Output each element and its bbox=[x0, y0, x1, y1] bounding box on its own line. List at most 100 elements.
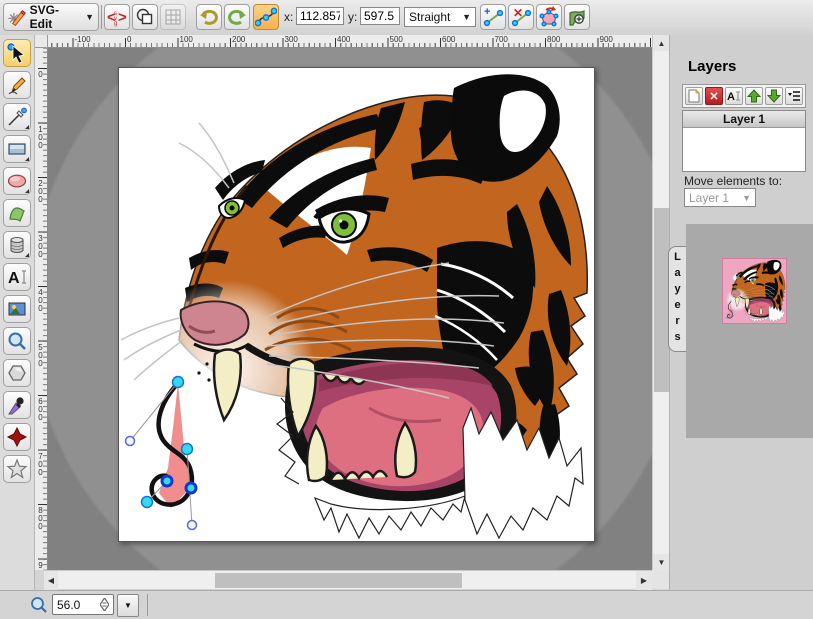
ruler-corner bbox=[35, 35, 48, 48]
tool-rect[interactable] bbox=[3, 135, 31, 163]
left-toolbar: A bbox=[0, 35, 35, 590]
move-elements-select[interactable]: Layer 1 ▼ bbox=[684, 188, 756, 207]
tool-image[interactable] bbox=[3, 295, 31, 323]
vertical-scroll-thumb[interactable] bbox=[654, 208, 669, 392]
workspace bbox=[48, 48, 652, 570]
delete-node-button[interactable]: ✕ bbox=[508, 4, 534, 30]
svg-canvas[interactable] bbox=[118, 67, 595, 542]
overlapping-shapes-icon bbox=[135, 7, 155, 27]
layer-options-button[interactable] bbox=[785, 87, 803, 105]
move-elements-caret: ▼ bbox=[742, 193, 751, 203]
move-layer-up-button[interactable] bbox=[745, 87, 763, 105]
ruler-label: 100 bbox=[36, 125, 45, 149]
tool-star[interactable] bbox=[3, 455, 31, 483]
scroll-left-button[interactable]: ◀ bbox=[44, 571, 58, 590]
toolbar-separator bbox=[101, 5, 102, 29]
spinner-icon[interactable] bbox=[100, 598, 109, 611]
zoom-dropdown-caret: ▼ bbox=[124, 601, 132, 610]
ruler-label: 300 bbox=[36, 234, 45, 258]
edit-path-nodes-icon bbox=[255, 6, 277, 28]
hexagon-icon bbox=[6, 362, 28, 384]
scroll-right-button[interactable]: ▶ bbox=[636, 571, 652, 590]
tool-zoom[interactable] bbox=[3, 327, 31, 355]
ruler-label: 800 bbox=[547, 35, 560, 44]
ruler-label: 0 bbox=[36, 70, 45, 78]
tool-polygon[interactable] bbox=[3, 359, 31, 387]
tool-line[interactable] bbox=[3, 103, 31, 131]
new-layer-button[interactable] bbox=[685, 87, 703, 105]
eyedropper-icon bbox=[6, 394, 28, 416]
add-node-button[interactable]: + bbox=[480, 4, 506, 30]
svg-text:+: + bbox=[484, 6, 490, 18]
svg-source-icon: < > svg bbox=[107, 7, 127, 27]
tool-pencil[interactable] bbox=[3, 71, 31, 99]
new-layer-icon bbox=[687, 89, 701, 103]
svg-text:✕: ✕ bbox=[513, 6, 523, 20]
open-path-icon bbox=[538, 6, 560, 28]
tool-path[interactable] bbox=[3, 199, 31, 227]
left-ruler: 0100200300400500600700800900 bbox=[35, 48, 48, 570]
redo-button[interactable] bbox=[224, 4, 250, 30]
y-coordinate-input[interactable] bbox=[360, 7, 400, 25]
layer-list[interactable]: Layer 1 bbox=[682, 110, 806, 172]
layer-row-layer1[interactable]: Layer 1 bbox=[683, 111, 805, 128]
tool-ellipse[interactable] bbox=[3, 167, 31, 195]
tool-cross-shape[interactable] bbox=[3, 423, 31, 451]
pencil-icon bbox=[6, 74, 28, 96]
open-close-path-button[interactable] bbox=[536, 4, 562, 30]
horizontal-scroll-thumb[interactable] bbox=[215, 573, 462, 588]
bottom-bar: 56.0 ▼ bbox=[0, 590, 813, 619]
undo-button[interactable] bbox=[196, 4, 222, 30]
tool-select[interactable] bbox=[3, 39, 31, 67]
main-menu-button[interactable]: ✳ SVG-Edit ▼ bbox=[3, 3, 99, 31]
horizontal-scrollbar[interactable]: ◀ ▶ bbox=[44, 570, 652, 589]
layers-side-tab[interactable]: Layers bbox=[668, 246, 686, 352]
ruler-label: 700 bbox=[495, 35, 508, 44]
path-edit-mode-button[interactable] bbox=[253, 4, 279, 30]
select-arrow-icon bbox=[6, 42, 28, 64]
source-editor-button[interactable]: < > svg bbox=[104, 4, 130, 30]
tool-eyedropper[interactable] bbox=[3, 391, 31, 419]
segment-type-select[interactable]: Straight ▼ bbox=[404, 7, 476, 27]
scroll-up-button[interactable]: ▲ bbox=[653, 35, 670, 51]
red-cross-shape-icon bbox=[6, 426, 28, 448]
move-layer-down-button[interactable] bbox=[765, 87, 783, 105]
delete-layer-button[interactable]: ✕ bbox=[705, 87, 723, 105]
ruler-label: 600 bbox=[36, 397, 45, 421]
tool-text[interactable]: A bbox=[3, 263, 31, 291]
delete-layer-icon: ✕ bbox=[709, 90, 718, 103]
ruler-label: 800 bbox=[36, 506, 45, 530]
zoom-level-input[interactable]: 56.0 bbox=[52, 594, 114, 615]
layer-menu-icon bbox=[787, 89, 801, 103]
rename-layer-icon: A bbox=[727, 89, 741, 103]
tiger-artwork bbox=[119, 68, 594, 541]
grid-button[interactable] bbox=[160, 4, 186, 30]
link-control-points-button[interactable] bbox=[564, 4, 590, 30]
tool-shape-library[interactable] bbox=[3, 231, 31, 259]
preview-area bbox=[686, 224, 813, 438]
rename-layer-button[interactable]: A bbox=[725, 87, 743, 105]
move-elements-label: Move elements to: bbox=[684, 174, 782, 188]
ruler-label: 500 bbox=[36, 343, 45, 367]
wireframe-button[interactable] bbox=[132, 4, 158, 30]
ruler-label: 300 bbox=[285, 35, 298, 44]
submenu-indicator bbox=[25, 157, 29, 161]
bottom-bar-separator bbox=[147, 594, 148, 616]
up-arrow-icon bbox=[747, 89, 761, 103]
vertical-scrollbar[interactable]: ▲ ▼ bbox=[652, 35, 669, 570]
layers-panel-title: Layers bbox=[688, 58, 736, 75]
undo-icon bbox=[198, 6, 220, 28]
scroll-down-button[interactable]: ▼ bbox=[653, 554, 670, 570]
zoom-dropdown-button[interactable]: ▼ bbox=[117, 594, 139, 617]
submenu-indicator bbox=[25, 189, 29, 193]
ruler-label: -100 bbox=[75, 35, 91, 44]
x-coordinate-input[interactable] bbox=[296, 7, 344, 25]
shape-magnifier-icon bbox=[566, 6, 588, 28]
ruler-label: 200 bbox=[232, 35, 245, 44]
svg-text:g: g bbox=[114, 21, 117, 27]
svgedit-logo-icon: ✳ bbox=[8, 7, 27, 27]
ruler-label: 900 bbox=[600, 35, 613, 44]
magnifier-icon bbox=[6, 330, 28, 352]
path-shape-icon bbox=[6, 202, 28, 224]
ruler-label: 600 bbox=[442, 35, 455, 44]
